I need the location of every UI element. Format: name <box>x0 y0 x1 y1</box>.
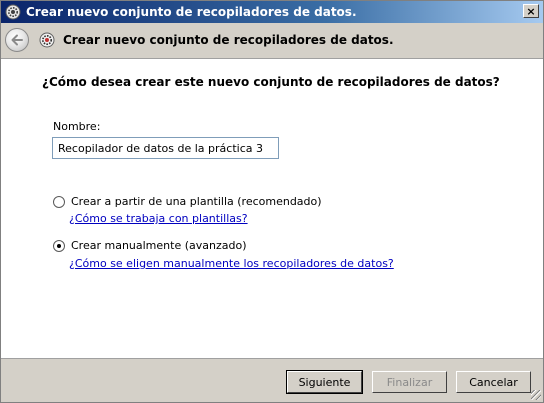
finish-button[interactable]: Finalizar <box>372 371 447 393</box>
back-button[interactable] <box>5 28 29 52</box>
cancel-button[interactable]: Cancelar <box>456 371 531 393</box>
template-help-link[interactable]: ¿Cómo se trabaja con plantillas? <box>69 212 248 225</box>
wizard-window: Crear nuevo conjunto de recopiladores de… <box>0 0 544 403</box>
wizard-footer: Siguiente Finalizar Cancelar <box>1 360 543 402</box>
radio-manual-option[interactable]: Crear manualmente (avanzado) <box>53 239 247 252</box>
title-bar[interactable]: Crear nuevo conjunto de recopiladores de… <box>1 1 543 23</box>
radio-template-option[interactable]: Crear a partir de una plantilla (recomen… <box>53 195 322 208</box>
close-button[interactable]: × <box>523 4 539 18</box>
page-question: ¿Cómo desea crear este nuevo conjunto de… <box>42 75 500 89</box>
name-input[interactable] <box>52 137 279 159</box>
wizard-title: Crear nuevo conjunto de recopiladores de… <box>63 33 394 47</box>
name-label: Nombre: <box>53 120 101 133</box>
radio-label: Crear manualmente (avanzado) <box>71 239 247 252</box>
radio-button[interactable] <box>53 239 65 252</box>
radio-button[interactable] <box>53 195 65 208</box>
manual-help-link[interactable]: ¿Cómo se eligen manualmente los recopila… <box>69 257 394 270</box>
gear-icon <box>39 32 55 48</box>
wizard-header: Crear nuevo conjunto de recopiladores de… <box>1 23 543 57</box>
wizard-content: ¿Cómo desea crear este nuevo conjunto de… <box>1 58 543 359</box>
gear-icon <box>5 4 21 20</box>
radio-label: Crear a partir de una plantilla (recomen… <box>71 195 322 208</box>
close-icon: × <box>526 4 536 18</box>
back-arrow-icon <box>11 34 23 46</box>
next-button[interactable]: Siguiente <box>286 370 363 394</box>
resize-grip[interactable] <box>531 390 541 400</box>
window-title: Crear nuevo conjunto de recopiladores de… <box>26 5 357 19</box>
